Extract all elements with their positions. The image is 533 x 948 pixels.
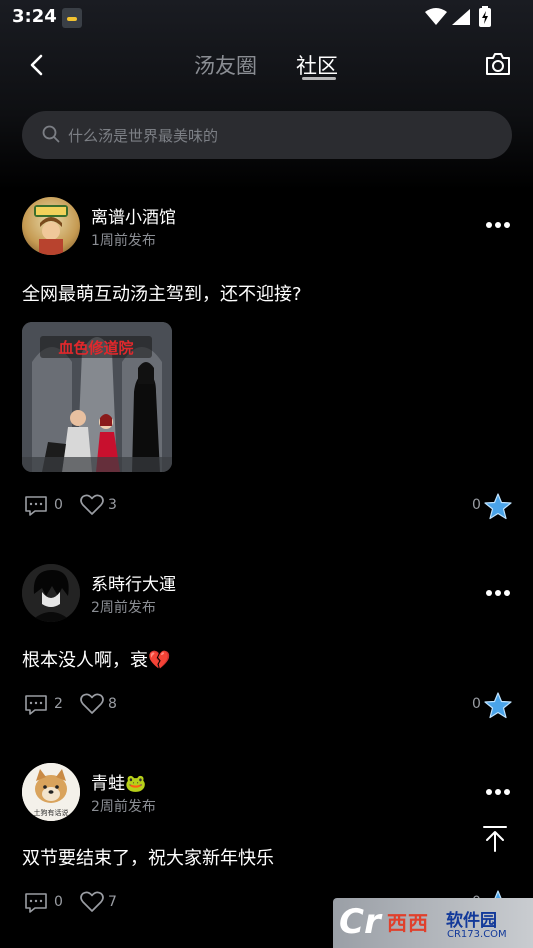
comment-count: 2 (54, 696, 63, 712)
broken-heart-emoji: 💔 (148, 650, 171, 671)
status-bar: 3:24 (0, 0, 533, 36)
post-time: 2周前发布 (91, 600, 156, 616)
avatar-caption: 土狗有话说 (34, 808, 69, 817)
search-bar[interactable]: 什么汤是世界最美味的 (22, 111, 512, 159)
post-text: 根本没人啊，衰💔 (22, 650, 171, 671)
more-options-icon[interactable] (485, 787, 511, 797)
tab-soup-friends[interactable]: 汤友圈 (194, 50, 257, 80)
comment-icon[interactable] (24, 892, 48, 914)
post-card[interactable]: 离谱小酒馆 1周前发布 全网最萌互动汤主驾到，还不迎接? 血色修道院 0 3 0 (0, 196, 533, 536)
post-image-caption: 血色修道院 (58, 339, 133, 357)
post-image[interactable]: 血色修道院 (22, 322, 172, 472)
wifi-icon (425, 8, 447, 25)
watermark-mark: Cr (339, 902, 381, 942)
search-input[interactable]: 什么汤是世界最美味的 (68, 125, 218, 146)
avatar[interactable] (22, 564, 80, 622)
camera-icon[interactable] (484, 50, 512, 78)
avatar[interactable]: 土狗有话说 (22, 763, 80, 821)
top-navigation: 汤友圈 社区 (0, 38, 533, 90)
back-arrow-icon[interactable] (24, 52, 50, 78)
comment-count: 0 (54, 497, 63, 513)
post-username[interactable]: 系時行大運 (91, 570, 176, 595)
post-stats: 0 3 0 (0, 492, 533, 522)
watermark-main: 西西 (387, 911, 429, 935)
heart-icon[interactable] (80, 693, 104, 715)
star-icon[interactable] (484, 493, 512, 520)
like-count: 7 (108, 894, 117, 910)
search-icon (42, 125, 60, 143)
watermark-url: CR173.COM (447, 929, 507, 940)
post-stats: 2 8 0 (0, 691, 533, 721)
avatar[interactable] (22, 197, 80, 255)
like-count: 3 (108, 497, 117, 513)
status-time: 3:24 (12, 6, 57, 27)
tab-community[interactable]: 社区 (296, 50, 338, 80)
heart-icon[interactable] (80, 494, 104, 516)
notification-app-icon (62, 8, 82, 28)
favorite-count: 0 (472, 497, 481, 513)
star-icon[interactable] (484, 692, 512, 719)
comment-icon[interactable] (24, 694, 48, 716)
watermark-secondary: 软件园 (446, 911, 497, 931)
watermark-logo: Cr 西西 软件园 CR173.COM (333, 898, 533, 948)
post-time: 1周前发布 (91, 233, 156, 249)
post-username[interactable]: 青蛙🐸 (91, 769, 146, 794)
post-text: 双节要结束了，祝大家新年快乐 (22, 848, 274, 869)
scroll-to-top-icon[interactable] (482, 825, 508, 853)
heart-icon[interactable] (80, 891, 104, 913)
favorite-count: 0 (472, 696, 481, 712)
comment-icon[interactable] (24, 495, 48, 517)
battery-charging-icon (479, 6, 491, 27)
post-username[interactable]: 离谱小酒馆 (91, 203, 176, 228)
post-time: 2周前发布 (91, 799, 156, 815)
post-card[interactable]: 系時行大運 2周前发布 根本没人啊，衰💔 2 8 0 (0, 564, 533, 724)
signal-icon (452, 9, 470, 25)
more-options-icon[interactable] (485, 220, 511, 230)
like-count: 8 (108, 696, 117, 712)
comment-count: 0 (54, 894, 63, 910)
active-tab-indicator (302, 77, 336, 80)
post-text: 全网最萌互动汤主驾到，还不迎接? (22, 284, 302, 305)
more-options-icon[interactable] (485, 588, 511, 598)
